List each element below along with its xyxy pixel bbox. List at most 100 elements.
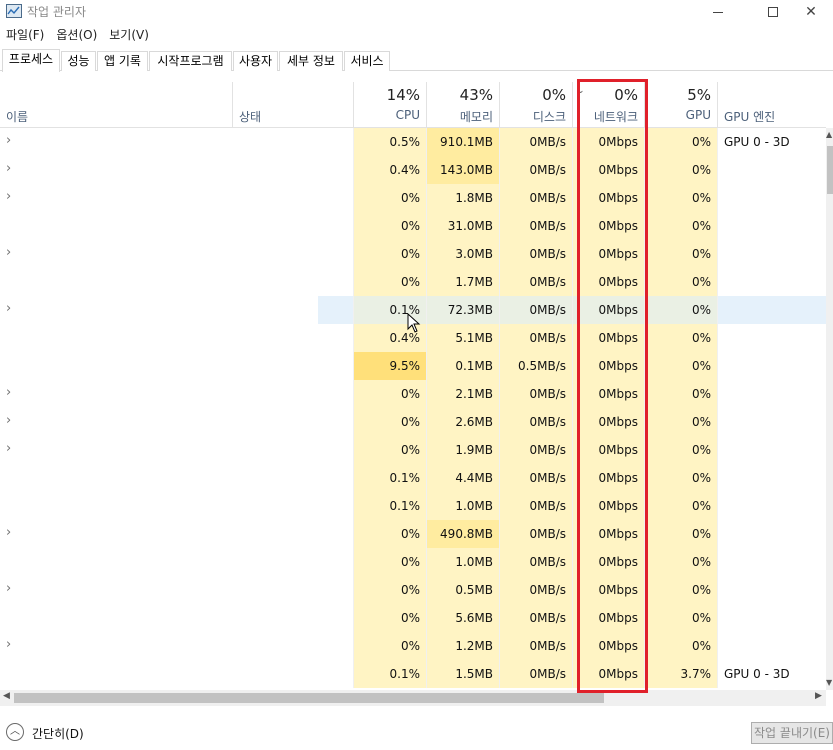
process-row[interactable]: › 0% 2.1MB 0MB/s 0Mbps 0% (0, 380, 826, 408)
expand-chevron-icon[interactable]: › (6, 162, 18, 176)
network-cell: 0Mbps (572, 604, 644, 632)
process-row[interactable]: 0% 5.6MB 0MB/s 0Mbps 0% (0, 604, 826, 632)
memory-cell: 0.1MB (426, 352, 499, 380)
end-task-button[interactable]: 작업 끝내기(E) (751, 722, 833, 744)
horizontal-scroll-thumb[interactable] (14, 693, 604, 703)
process-row[interactable]: 0% 31.0MB 0MB/s 0Mbps 0% (0, 212, 826, 240)
gpu-engine-cell (717, 324, 826, 352)
close-icon: ✕ (805, 4, 817, 20)
expand-chevron-icon[interactable]: › (6, 526, 18, 540)
disk-cell: 0MB/s (499, 436, 572, 464)
cpu-cell: 0% (353, 240, 426, 268)
column-gpu[interactable]: 5% GPU (644, 82, 717, 128)
column-disk[interactable]: 0% 디스크 (499, 82, 572, 128)
column-network[interactable]: ⌄ 0% 네트워크 (572, 82, 644, 128)
process-row[interactable]: › 0% 0.5MB 0MB/s 0Mbps 0% (0, 576, 826, 604)
column-memory[interactable]: 43% 메모리 (426, 82, 499, 128)
process-row[interactable]: 0.1% 4.4MB 0MB/s 0Mbps 0% (0, 464, 826, 492)
network-cell: 0Mbps (572, 436, 644, 464)
scroll-up-icon[interactable]: ▲ (826, 130, 833, 140)
expand-chevron-icon[interactable]: › (6, 442, 18, 456)
memory-cell: 2.6MB (426, 408, 499, 436)
gpu-cell: 0% (644, 268, 717, 296)
process-list: › 0.5% 910.1MB 0MB/s 0Mbps 0% GPU 0 - 3D › 0.4% 1… (0, 128, 826, 690)
process-row[interactable]: 0.1% 1.0MB 0MB/s 0Mbps 0% (0, 492, 826, 520)
expand-chevron-icon[interactable]: › (6, 582, 18, 596)
tab-users[interactable]: 사용자 (233, 51, 278, 71)
tab-details[interactable]: 세부 정보 (279, 51, 343, 71)
horizontal-scrollbar[interactable]: ◀ ▶ (0, 690, 826, 706)
disk-cell: 0MB/s (499, 660, 572, 688)
expand-chevron-icon[interactable]: › (6, 414, 18, 428)
process-row[interactable]: › 0% 1.9MB 0MB/s 0Mbps 0% (0, 436, 826, 464)
gpu-cell: 0% (644, 436, 717, 464)
expand-chevron-icon[interactable]: › (6, 386, 18, 400)
disk-cell: 0MB/s (499, 408, 572, 436)
memory-cell: 1.9MB (426, 436, 499, 464)
close-button[interactable]: ✕ (788, 0, 833, 24)
network-cell: 0Mbps (572, 464, 644, 492)
process-row[interactable]: 9.5% 0.1MB 0.5MB/s 0Mbps 0% (0, 352, 826, 380)
process-row[interactable]: › 0% 1.8MB 0MB/s 0Mbps 0% (0, 184, 826, 212)
memory-cell: 5.1MB (426, 324, 499, 352)
gpu-engine-cell (717, 212, 826, 240)
disk-total-pct: 0% (542, 86, 566, 104)
gpu-cell: 0% (644, 156, 717, 184)
tab-performance[interactable]: 성능 (61, 51, 96, 71)
minimize-button[interactable] (695, 0, 741, 24)
expand-chevron-icon[interactable]: › (6, 638, 18, 652)
gpu-cell: 0% (644, 492, 717, 520)
gpu-engine-cell (717, 184, 826, 212)
menu-view[interactable]: 보기(V) (103, 26, 155, 44)
network-cell: 0Mbps (572, 324, 644, 352)
network-cell: 0Mbps (572, 576, 644, 604)
process-row[interactable]: › 0% 490.8MB 0MB/s 0Mbps 0% (0, 520, 826, 548)
scroll-down-icon[interactable]: ▼ (826, 678, 833, 688)
column-status[interactable]: 상태 (232, 82, 353, 128)
gpu-cell: 0% (644, 380, 717, 408)
column-gpu-engine[interactable]: GPU 엔진 (717, 82, 826, 128)
disk-cell: 0MB/s (499, 380, 572, 408)
process-row[interactable]: › 0% 2.6MB 0MB/s 0Mbps 0% (0, 408, 826, 436)
memory-cell: 1.7MB (426, 268, 499, 296)
vertical-scroll-thumb[interactable] (827, 146, 833, 194)
menu-options[interactable]: 옵션(O) (50, 26, 103, 44)
tab-startup[interactable]: 시작프로그램 (149, 51, 232, 71)
gpu-engine-cell (717, 240, 826, 268)
process-row[interactable]: 0% 1.7MB 0MB/s 0Mbps 0% (0, 268, 826, 296)
process-row[interactable]: 0% 1.0MB 0MB/s 0Mbps 0% (0, 548, 826, 576)
menu-file[interactable]: 파일(F) (0, 26, 50, 44)
fewer-details-link[interactable]: 간단히(D) (32, 725, 84, 742)
column-gpu-label: GPU (685, 108, 711, 122)
process-row[interactable]: › 0.4% 143.0MB 0MB/s 0Mbps 0% (0, 156, 826, 184)
gpu-cell: 0% (644, 128, 717, 156)
scroll-right-icon[interactable]: ▶ (815, 691, 822, 701)
cpu-cell: 0% (353, 268, 426, 296)
expand-chevron-icon[interactable]: › (6, 246, 18, 260)
tab-app-history[interactable]: 앱 기록 (97, 51, 148, 71)
expand-chevron-icon[interactable]: › (6, 190, 18, 204)
tab-services[interactable]: 서비스 (344, 51, 390, 71)
network-cell: 0Mbps (572, 408, 644, 436)
column-name[interactable]: 이름 (0, 82, 232, 128)
process-row[interactable]: › 0% 1.2MB 0MB/s 0Mbps 0% (0, 632, 826, 660)
mouse-cursor-icon (407, 313, 421, 333)
vertical-scrollbar[interactable] (826, 128, 833, 690)
process-row[interactable]: › 0.5% 910.1MB 0MB/s 0Mbps 0% GPU 0 - 3D (0, 128, 826, 156)
gpu-engine-cell (717, 156, 826, 184)
network-total-pct: 0% (614, 86, 638, 104)
gpu-total-pct: 5% (687, 86, 711, 104)
gpu-cell: 0% (644, 184, 717, 212)
cpu-total-pct: 14% (386, 86, 420, 104)
process-row[interactable]: 0.1% 1.5MB 0MB/s 0Mbps 3.7% GPU 0 - 3D (0, 660, 826, 688)
collapse-up-icon[interactable]: ︿ (6, 723, 24, 741)
column-name-label: 이름 (6, 110, 29, 124)
gpu-engine-cell (717, 548, 826, 576)
memory-cell: 910.1MB (426, 128, 499, 156)
expand-chevron-icon[interactable]: › (6, 134, 18, 148)
scroll-left-icon[interactable]: ◀ (3, 691, 10, 701)
tab-processes[interactable]: 프로세스 (2, 49, 60, 72)
expand-chevron-icon[interactable]: › (6, 302, 18, 316)
column-cpu[interactable]: 14% CPU (353, 82, 426, 128)
process-row[interactable]: › 0% 3.0MB 0MB/s 0Mbps 0% (0, 240, 826, 268)
